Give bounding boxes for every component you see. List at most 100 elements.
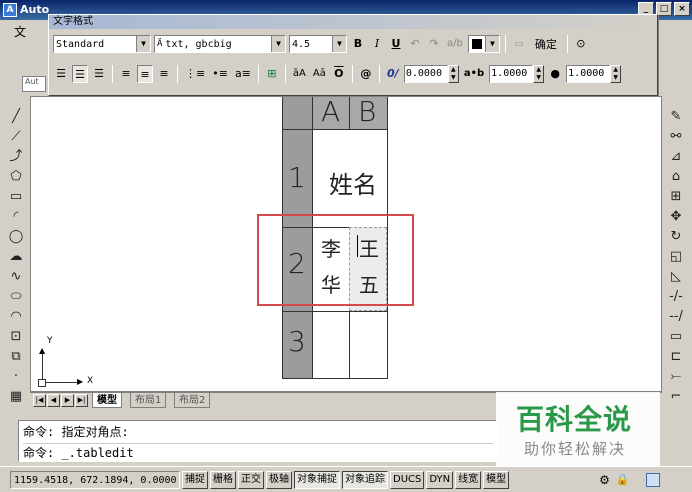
revision-cloud-icon[interactable]: ☁ (6, 248, 26, 266)
cell-r1-name-header[interactable]: 姓名 (329, 165, 377, 200)
offset-icon[interactable]: ⌂ (666, 168, 686, 186)
ellipse-arc-icon[interactable]: ◠ (6, 308, 26, 326)
tracking-icon[interactable]: a•b (462, 65, 486, 83)
insert-field-icon[interactable]: ⊞ (264, 65, 280, 83)
oblique-angle-icon[interactable]: 0/ (385, 65, 401, 83)
oblique-angle-spinner[interactable]: 0.0000 ▲ ▼ (403, 65, 459, 83)
chamfer-icon[interactable]: ⌐ (666, 388, 686, 406)
options-icon[interactable]: ⊙ (573, 35, 589, 53)
stretch-icon[interactable]: ◺ (666, 268, 686, 286)
column-header-a: A (321, 96, 341, 128)
lineweight-toggle[interactable]: 线宽 (455, 470, 482, 489)
ortho-toggle[interactable]: 正交 (238, 470, 264, 489)
rectangle-icon[interactable]: ▭ (6, 188, 26, 206)
mirror-icon[interactable]: ⊿ (666, 148, 686, 166)
menu-item-file[interactable]: 文 (14, 23, 26, 40)
lock-icon[interactable]: 🔒 (616, 473, 630, 486)
hatch-icon[interactable]: ▦ (6, 388, 26, 406)
otrack-toggle[interactable]: 对象追踪 (342, 470, 388, 489)
prev-tab-icon[interactable]: ◀ (47, 394, 60, 407)
italic-button[interactable]: I (369, 35, 385, 53)
redo-icon[interactable]: ↷ (426, 35, 442, 53)
tracking-input[interactable]: 1.0000 (489, 65, 534, 83)
copy-icon[interactable]: ⚯ (666, 128, 686, 146)
tab-model[interactable]: 模型 (92, 393, 122, 408)
lowercase-icon[interactable]: Aā (311, 65, 328, 83)
oblique-angle-input[interactable]: 0.0000 (403, 65, 448, 83)
ruler-icon[interactable]: ▭ (511, 35, 527, 53)
underline-button[interactable]: U (388, 35, 404, 53)
make-block-icon[interactable]: ⧉ (6, 348, 26, 366)
dyn-toggle[interactable]: DYN (426, 470, 454, 489)
trim-icon[interactable]: -/- (666, 288, 686, 306)
align-center-icon[interactable]: ☰ (72, 65, 88, 83)
command-line-2[interactable]: 命令: _.tabledit (23, 443, 493, 461)
snap-toggle[interactable]: 捕捉 (182, 470, 208, 489)
align-left-icon[interactable]: ☰ (53, 65, 69, 83)
align-right-icon[interactable]: ☰ (91, 65, 107, 83)
tracking-spinner[interactable]: 1.0000 ▲ ▼ (489, 65, 545, 83)
bullets-icon[interactable]: •≡ (210, 65, 230, 83)
lettering-icon[interactable]: a≡ (233, 65, 253, 83)
align-middle-icon[interactable]: ≡ (137, 65, 153, 83)
break-icon[interactable]: ⊏ (666, 348, 686, 366)
tray-settings-icon[interactable]: ⚙ (599, 473, 610, 487)
close-button[interactable]: × (674, 2, 690, 16)
circle-icon[interactable]: ◯ (6, 228, 26, 246)
maximize-button[interactable]: □ (656, 2, 672, 16)
symbol-icon[interactable]: @ (358, 65, 374, 83)
break-at-point-icon[interactable]: ▭ (666, 328, 686, 346)
text-color-select[interactable]: ▼ (467, 35, 500, 53)
uppercase-icon[interactable]: āA (291, 65, 308, 83)
command-history[interactable]: 命令: 指定对角点: 命令: _.tabledit (18, 420, 498, 462)
point-icon[interactable]: · (6, 368, 26, 386)
polygon-icon[interactable]: ⬠ (6, 168, 26, 186)
tab-layout1[interactable]: 布局1 (130, 393, 167, 408)
align-bottom-icon[interactable]: ≡ (156, 65, 172, 83)
font-select[interactable]: Ä txt, gbcbig ▼ (154, 35, 286, 53)
erase-icon[interactable]: ✎ (666, 108, 686, 126)
numbering-icon[interactable]: ⋮≡ (183, 65, 207, 83)
text-height-select[interactable]: 4.5 ▼ (289, 35, 347, 53)
insert-block-icon[interactable]: ⊡ (6, 328, 26, 346)
chevron-down-icon: ▼ (484, 36, 499, 52)
extend-icon[interactable]: --/ (666, 308, 686, 326)
construction-line-icon[interactable]: ⟋ (6, 128, 26, 146)
last-tab-icon[interactable]: ▶| (75, 394, 88, 407)
width-factor-input[interactable]: 1.0000 (566, 65, 611, 83)
stack-icon[interactable]: a/b (445, 35, 465, 53)
spinner-arrows-icon[interactable]: ▲ ▼ (610, 65, 622, 83)
move-icon[interactable]: ✥ (666, 208, 686, 226)
width-factor-spinner[interactable]: 1.0000 ▲ ▼ (566, 65, 622, 83)
spinner-arrows-icon[interactable]: ▲ ▼ (447, 65, 459, 83)
workspace-tab[interactable]: Aut (22, 76, 46, 92)
ducs-toggle[interactable]: DUCS (390, 470, 425, 489)
polar-toggle[interactable]: 极轴 (266, 470, 292, 489)
join-icon[interactable]: ⤚ (666, 368, 686, 386)
ellipse-icon[interactable]: ⬭ (6, 288, 26, 306)
text-style-select[interactable]: Standard ▼ (53, 35, 151, 53)
spinner-arrows-icon[interactable]: ▲ ▼ (533, 65, 545, 83)
polyline-icon[interactable]: ⤴ (6, 148, 26, 166)
line-icon[interactable]: ╱ (6, 108, 26, 126)
undo-icon[interactable]: ↶ (407, 35, 423, 53)
first-tab-icon[interactable]: |◀ (33, 394, 46, 407)
osnap-toggle[interactable]: 对象捕捉 (294, 470, 340, 489)
overline-icon[interactable]: O (331, 65, 347, 83)
width-factor-icon[interactable]: ● (547, 65, 563, 83)
scale-icon[interactable]: ◱ (666, 248, 686, 266)
bold-button[interactable]: B (350, 35, 366, 53)
rotate-icon[interactable]: ↻ (666, 228, 686, 246)
next-tab-icon[interactable]: ▶ (61, 394, 74, 407)
grid-toggle[interactable]: 栅格 (210, 470, 236, 489)
spline-icon[interactable]: ∿ (6, 268, 26, 286)
arc-icon[interactable]: ◜ (6, 208, 26, 226)
separator (566, 35, 568, 53)
tab-layout2[interactable]: 布局2 (174, 393, 211, 408)
model-toggle[interactable]: 模型 (483, 470, 510, 489)
array-icon[interactable]: ⊞ (666, 188, 686, 206)
ok-button[interactable]: 确定 (530, 35, 562, 53)
clean-screen-icon[interactable] (645, 472, 660, 487)
drawing-canvas[interactable]: A B 1 2 3 姓名 李 华 王 五 ▲ ▶ Y X (30, 96, 662, 392)
align-top-icon[interactable]: ≡ (118, 65, 134, 83)
